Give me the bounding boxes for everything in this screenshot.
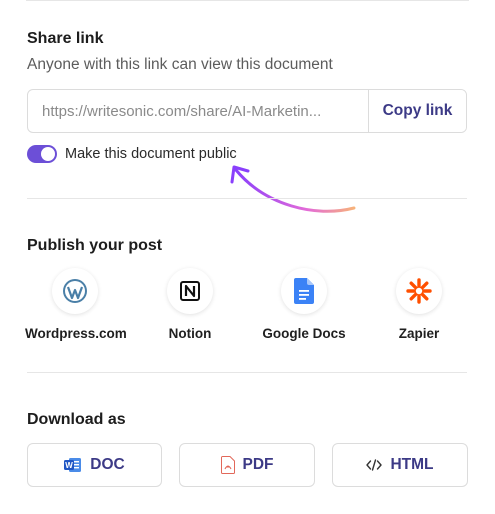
pdf-icon (220, 456, 235, 474)
download-html-button[interactable]: HTML (332, 443, 468, 487)
download-pdf-label: PDF (242, 456, 274, 473)
download-doc-label: DOC (90, 456, 125, 473)
notion-icon (180, 281, 200, 301)
share-link-field[interactable]: https://writesonic.com/share/AI-Marketin… (28, 90, 368, 132)
public-toggle-row: Make this document public (27, 145, 237, 163)
divider (27, 198, 467, 199)
zapier-icon (406, 278, 432, 304)
publish-item-notion[interactable]: Notion (140, 268, 240, 341)
zapier-button[interactable] (396, 268, 442, 314)
divider (27, 372, 467, 373)
publish-item-zapier[interactable]: Zapier (369, 268, 469, 341)
share-link-box: https://writesonic.com/share/AI-Marketin… (27, 89, 467, 133)
publish-item-label: Google Docs (262, 326, 346, 341)
public-toggle-label: Make this document public (65, 146, 237, 162)
publish-item-label: Zapier (398, 326, 440, 341)
download-doc-button[interactable]: W DOC (27, 443, 162, 487)
google-docs-button[interactable] (281, 268, 327, 314)
download-title: Download as (27, 411, 126, 428)
curved-arrow-icon (230, 165, 356, 213)
publish-item-wordpress[interactable]: Wordpress.com (25, 268, 127, 341)
wordpress-button[interactable] (52, 268, 98, 314)
publish-item-label: Notion (168, 326, 212, 341)
google-docs-icon (294, 278, 314, 304)
toggle-knob (41, 147, 55, 161)
publish-title: Publish your post (27, 237, 163, 254)
copy-link-button[interactable]: Copy link (368, 90, 466, 132)
public-toggle[interactable] (27, 145, 57, 163)
share-link-title: Share link (27, 30, 104, 47)
publish-item-google-docs[interactable]: Google Docs (254, 268, 354, 341)
code-icon (366, 459, 383, 471)
svg-text:W: W (65, 461, 73, 470)
top-divider (26, 0, 469, 1)
share-link-subtitle: Anyone with this link can view this docu… (27, 56, 333, 73)
wordpress-icon (63, 279, 87, 303)
download-html-label: HTML (390, 456, 434, 473)
download-pdf-button[interactable]: PDF (179, 443, 315, 487)
publish-item-label: Wordpress.com (25, 326, 127, 341)
word-icon: W (64, 458, 82, 472)
notion-button[interactable] (167, 268, 213, 314)
